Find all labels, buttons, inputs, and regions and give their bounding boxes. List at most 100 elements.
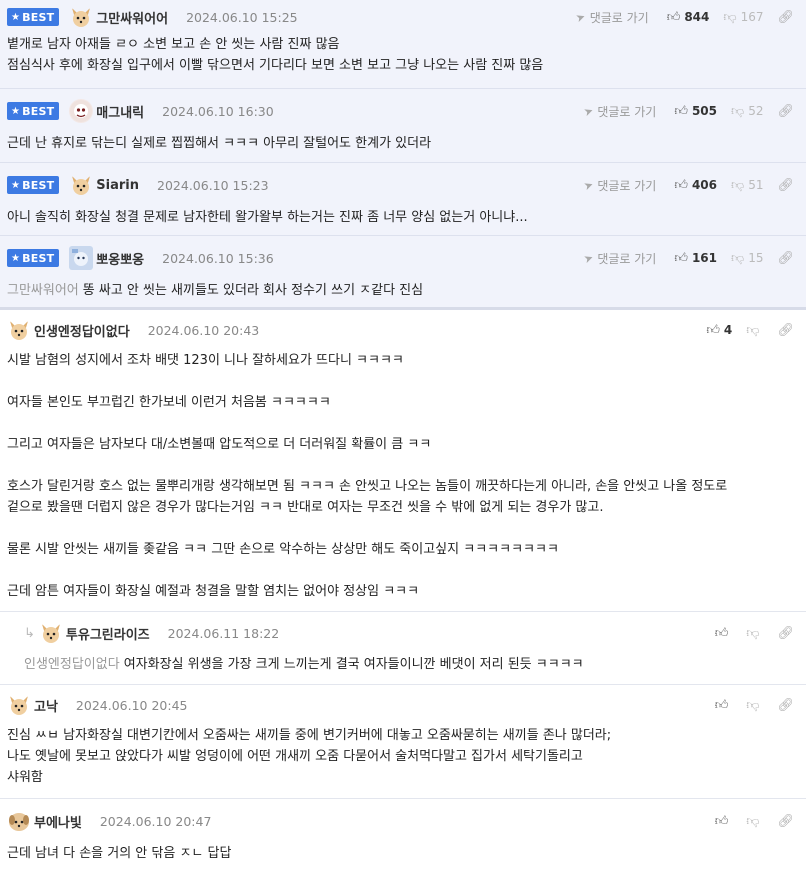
avatar[interactable] — [69, 173, 93, 197]
comment-actions: 👍︎ 👎︎ 🔗︎ — [715, 814, 794, 829]
upvote-button[interactable]: 👍︎ — [715, 698, 733, 713]
comment-list: ★ BEST 그만싸워어어 2024.06.10 15:25 ➤ 댓글로 가기 👍︎… — [0, 0, 806, 871]
go-to-reply-link[interactable]: ➤ 댓글로 가기 — [574, 9, 649, 26]
link-icon[interactable]: 🔗︎ — [777, 626, 794, 641]
thumbs-down-icon: 👎︎ — [731, 103, 745, 119]
link-icon[interactable]: 🔗︎ — [777, 251, 794, 266]
send-icon: ➤ — [574, 9, 588, 25]
upvote-button[interactable]: 👍︎ 4 — [706, 323, 732, 338]
thumbs-up-icon: 👍︎ — [674, 103, 688, 119]
nickname[interactable]: 그만싸워어어 — [96, 8, 168, 27]
upvote-button[interactable]: 👍︎ 406 — [674, 178, 717, 193]
comment-date: 2024.06.10 15:25 — [186, 9, 298, 25]
thumbs-down-icon: 👎︎ — [746, 697, 760, 713]
send-icon: ➤ — [582, 177, 596, 193]
mention[interactable]: 그만싸워어어 — [7, 283, 79, 298]
thumbs-up-icon: 👍︎ — [674, 177, 688, 193]
nickname[interactable]: 인생엔정답이없다 — [34, 321, 130, 340]
downvote-button[interactable]: 👎︎ 15 — [731, 251, 763, 266]
downvote-button[interactable]: 👎︎ — [746, 698, 763, 713]
avatar[interactable] — [69, 246, 94, 270]
link-icon[interactable]: 🔗︎ — [777, 698, 794, 713]
downvote-button[interactable]: 👎︎ — [746, 814, 763, 829]
avatar[interactable] — [7, 693, 31, 717]
go-to-reply-link[interactable]: ➤ 댓글로 가기 — [582, 103, 656, 120]
best-badge: ★ BEST — [7, 8, 60, 26]
nickname[interactable]: 투유그린라이즈 — [66, 624, 150, 643]
go-to-reply-link[interactable]: ➤ 댓글로 가기 — [582, 177, 656, 194]
comment-body: 근데 난 휴지로 닦는디 실제로 찝찝해서 ㅋㅋㅋ 아무리 잘털어도 한계가 있… — [7, 136, 432, 151]
link-icon[interactable]: 🔗︎ — [777, 10, 794, 25]
star-icon: ★ — [11, 252, 21, 264]
comment: 부에나빛 2024.06.10 20:47 👍︎ 👎︎ 🔗︎ 근데 남녀 다 손… — [0, 799, 806, 871]
send-icon: ➤ — [582, 250, 596, 266]
best-badge: ★ BEST — [7, 249, 60, 267]
go-to-reply-link[interactable]: ➤ 댓글로 가기 — [582, 250, 656, 267]
comment-actions: 👍︎ 👎︎ 🔗︎ — [715, 698, 794, 713]
link-icon[interactable]: 🔗︎ — [777, 178, 794, 193]
mention[interactable]: 인생엔정답이없다 — [24, 657, 120, 672]
upvote-button[interactable]: 👍︎ 505 — [674, 104, 717, 119]
comment-body: 볕개로 남자 아재들 ㄹㅇ 소변 보고 손 안 씻는 사람 진짜 많음 점심식사… — [7, 37, 544, 73]
thumbs-up-icon: 👍︎ — [706, 322, 720, 338]
link-icon[interactable]: 🔗︎ — [777, 814, 794, 829]
nickname[interactable]: 뽀옹뽀옹 — [96, 249, 144, 268]
comment-date: 2024.06.10 16:30 — [162, 103, 274, 119]
best-badge: ★ BEST — [7, 176, 60, 194]
star-icon: ★ — [11, 105, 21, 117]
comment-date: 2024.06.10 20:47 — [99, 813, 212, 829]
nickname[interactable]: 매그내릭 — [96, 102, 144, 121]
star-icon: ★ — [11, 11, 21, 23]
upvote-button[interactable]: 👍︎ 844 — [667, 10, 710, 25]
avatar[interactable] — [69, 5, 93, 29]
comment-date: 2024.06.10 20:45 — [75, 697, 188, 713]
comment-actions: 👍︎ 👎︎ 🔗︎ — [715, 626, 794, 641]
downvote-button[interactable]: 👎︎ 51 — [731, 178, 763, 193]
upvote-button[interactable]: 👍︎ — [715, 626, 733, 641]
best-comment: ★ BEST Siarin 2024.06.10 15:23 ➤ 댓글로 가기 👍︎… — [0, 163, 806, 236]
comment-date: 2024.06.10 15:23 — [157, 177, 269, 193]
comment-body: 인생엔정답이없다 여자화장실 위생을 가장 크게 느끼는게 결국 여자들이니깐 베… — [24, 657, 584, 672]
best-comment: ★ BEST 그만싸워어어 2024.06.10 15:25 ➤ 댓글로 가기 👍︎… — [0, 0, 806, 89]
thumbs-down-icon: 👎︎ — [746, 813, 760, 829]
nickname[interactable]: 고낙 — [34, 696, 58, 715]
avatar[interactable] — [7, 318, 31, 342]
link-icon[interactable]: 🔗︎ — [777, 323, 794, 338]
avatar[interactable] — [39, 621, 63, 645]
comment-body: 근데 남녀 다 손을 거의 안 닦음 ㅈㄴ 답답 — [7, 846, 232, 861]
nickname[interactable]: Siarin — [96, 178, 139, 193]
upvote-button[interactable]: 👍︎ 161 — [674, 251, 717, 266]
comment: 인생엔정답이없다 2024.06.10 20:43 👍︎ 4 👎︎ 🔗︎ 시발 남… — [0, 310, 806, 612]
upvote-button[interactable]: 👍︎ — [715, 814, 733, 829]
downvote-button[interactable]: 👎︎ 167 — [723, 10, 763, 25]
downvote-button[interactable]: 👎︎ — [746, 626, 763, 641]
nickname[interactable]: 부에나빛 — [34, 812, 82, 831]
downvote-button[interactable]: 👎︎ — [746, 323, 763, 338]
comment-actions: 👍︎ 4 👎︎ 🔗︎ — [706, 323, 794, 338]
downvote-button[interactable]: 👎︎ 52 — [731, 104, 763, 119]
comment-body: 아니 솔직히 화장실 청결 문제로 남자한테 왈가왈부 하는거는 진짜 좀 너무… — [7, 210, 528, 225]
thumbs-up-icon: 👍︎ — [714, 697, 729, 713]
thumbs-down-icon: 👎︎ — [746, 322, 760, 338]
reply-comment: ↳ 투유그린라이즈 2024.06.11 18:22 👍︎ 👎︎ 🔗︎ 인생엔정… — [0, 612, 806, 685]
best-comment: ★ BEST 매그내릭 2024.06.10 16:30 ➤ 댓글로 가기 👍︎ 50… — [0, 89, 806, 163]
thumbs-down-icon: 👎︎ — [723, 9, 737, 25]
comment-body: 진심 ㅆㅂ 남자화장실 대변기칸에서 오줌싸는 새끼들 중에 변기커버에 대놓고… — [7, 728, 612, 785]
avatar[interactable] — [69, 99, 94, 123]
avatar[interactable] — [7, 809, 31, 833]
comment-date: 2024.06.10 20:43 — [147, 322, 260, 338]
link-icon[interactable]: 🔗︎ — [777, 104, 794, 119]
comment-actions: ➤ 댓글로 가기 👍︎ 505 👎︎ 52 🔗︎ — [582, 103, 794, 120]
thumbs-up-icon: 👍︎ — [666, 9, 681, 25]
thumbs-up-icon: 👍︎ — [674, 250, 688, 266]
comment-actions: ➤ 댓글로 가기 👍︎ 406 👎︎ 51 🔗︎ — [582, 177, 794, 194]
star-icon: ★ — [11, 179, 21, 191]
best-comment: ★ BEST 뽀옹뽀옹 2024.06.10 15:36 ➤ 댓글로 가기 👍︎ 16… — [0, 236, 806, 310]
comment-body: 시발 남혐의 성지에서 조차 배댓 123이 니나 잘하세요가 뜨다니 ㅋㅋㅋㅋ… — [7, 353, 728, 599]
thumbs-down-icon: 👎︎ — [731, 250, 745, 266]
reply-arrow-icon: ↳ — [24, 625, 35, 641]
thumbs-down-icon: 👎︎ — [731, 177, 745, 193]
send-icon: ➤ — [582, 103, 596, 119]
thumbs-up-icon: 👍︎ — [714, 813, 729, 829]
comment-body: 그만싸워어어 똥 싸고 안 씻는 새끼들도 있더라 회사 정수기 쓰기 ㅈ같다 진… — [7, 283, 424, 298]
